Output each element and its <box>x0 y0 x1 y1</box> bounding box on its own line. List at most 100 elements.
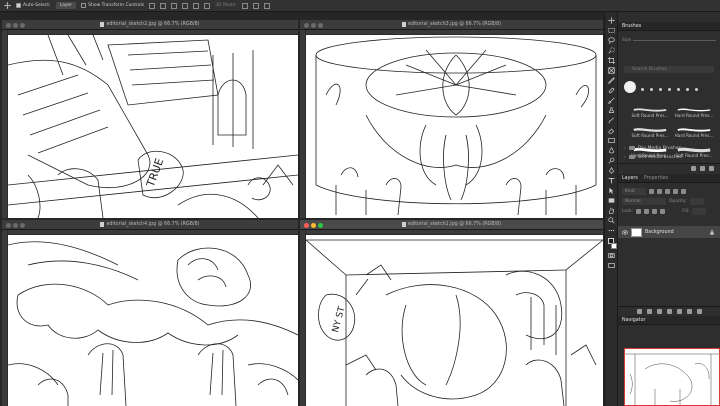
brush-preset[interactable]: Hard Round Pres... <box>672 100 716 118</box>
distribute-icon[interactable] <box>204 2 211 9</box>
zoom-button[interactable] <box>20 222 25 228</box>
brush-folder-dry-media[interactable]: › Dry Media Brushes <box>624 144 714 152</box>
3d-rotate-icon[interactable] <box>241 2 248 9</box>
link-layers-icon[interactable] <box>636 309 642 314</box>
filter-smart-object-icon[interactable] <box>681 189 686 194</box>
filter-pixel-icon[interactable] <box>649 189 654 194</box>
lock-pixels-icon[interactable] <box>636 209 642 214</box>
move-tool-icon[interactable] <box>4 2 11 9</box>
show-transform-option[interactable]: Show Transform Controls <box>81 3 144 8</box>
more-tools-icon[interactable] <box>607 226 615 234</box>
dodge-tool-icon[interactable] <box>607 156 615 164</box>
minimize-button[interactable] <box>13 22 18 28</box>
marquee-tool-icon[interactable] <box>607 26 615 34</box>
3d-roll-icon[interactable] <box>252 2 259 9</box>
chevron-right-icon[interactable]: › <box>624 146 626 151</box>
blur-tool-icon[interactable] <box>607 146 615 154</box>
chevron-right-icon[interactable]: › <box>624 155 626 160</box>
lock-all-icon[interactable] <box>660 209 666 214</box>
close-button[interactable] <box>304 222 309 228</box>
new-brush-icon[interactable] <box>700 166 705 171</box>
auto-select-target-dropdown[interactable]: Layer <box>55 2 77 9</box>
frame-tool-icon[interactable] <box>607 66 615 74</box>
auto-select-checkbox[interactable] <box>16 3 21 8</box>
recent-brush[interactable] <box>666 83 672 91</box>
minimize-button[interactable] <box>311 222 316 228</box>
tab-layers[interactable]: Layers <box>622 176 638 181</box>
type-tool-icon[interactable] <box>607 176 615 184</box>
layer-style-icon[interactable] <box>646 309 652 314</box>
navigator-preview[interactable] <box>624 348 720 406</box>
align-left-icon[interactable] <box>149 2 156 9</box>
trash-icon[interactable] <box>709 166 714 171</box>
new-group-icon[interactable] <box>676 309 682 314</box>
path-select-tool-icon[interactable] <box>607 186 615 194</box>
show-transform-checkbox[interactable] <box>81 3 87 8</box>
minimize-button[interactable] <box>311 22 316 28</box>
quick-mask-icon[interactable] <box>607 251 615 259</box>
document-titlebar[interactable]: editorial_sketch3.jpg @ 66.7% (RGB/8) <box>300 20 603 30</box>
minimize-button[interactable] <box>13 222 18 228</box>
document-titlebar[interactable]: editorial_sketch4.jpg @ 66.7% (RGB/8) <box>2 220 298 230</box>
adjustment-layer-icon[interactable] <box>666 309 672 314</box>
background-color-swatch[interactable] <box>610 243 617 249</box>
document-window-sketch2[interactable]: editorial_sketch2.jpg @ 66.7% (RGB/8) TR… <box>2 20 298 218</box>
recent-brush[interactable] <box>684 83 690 91</box>
recent-brush[interactable] <box>657 83 663 91</box>
rectangle-tool-icon[interactable] <box>607 196 615 204</box>
layer-kind-filter[interactable]: Kind <box>622 188 646 195</box>
brush-preset[interactable]: Hard Round Pres... <box>672 120 716 138</box>
recent-brush[interactable] <box>639 83 645 91</box>
align-top-icon[interactable] <box>182 2 189 9</box>
clone-stamp-tool-icon[interactable] <box>607 106 615 114</box>
new-layer-icon[interactable] <box>686 309 692 314</box>
tab-properties[interactable]: Properties <box>644 176 668 181</box>
fill-field[interactable] <box>692 208 707 215</box>
hand-tool-icon[interactable] <box>607 206 615 214</box>
tab-navigator[interactable]: Navigator <box>622 318 645 323</box>
document-titlebar[interactable]: editorial_sketch1.jpg @ 66.7% (RGB/8) <box>300 220 603 230</box>
recent-brush[interactable] <box>648 83 654 91</box>
screen-mode-icon[interactable] <box>607 261 615 269</box>
filter-type-icon[interactable] <box>665 189 670 194</box>
close-button[interactable] <box>6 222 11 228</box>
eye-icon[interactable] <box>622 229 628 235</box>
eyedropper-tool-icon[interactable] <box>607 76 615 84</box>
pen-tool-icon[interactable] <box>607 166 615 174</box>
brush-preset[interactable]: Soft Round Pres... <box>628 100 672 118</box>
zoom-button[interactable] <box>318 22 323 28</box>
current-brush-preview[interactable] <box>624 81 636 93</box>
zoom-tool-icon[interactable] <box>607 216 615 224</box>
3d-pan-icon[interactable] <box>263 2 270 9</box>
trash-icon[interactable] <box>696 309 702 314</box>
healing-brush-tool-icon[interactable] <box>607 86 615 94</box>
crop-tool-icon[interactable] <box>607 56 615 64</box>
brush-size-slider[interactable]: Size <box>622 36 716 44</box>
history-brush-tool-icon[interactable] <box>607 116 615 124</box>
lasso-tool-icon[interactable] <box>607 36 615 44</box>
brush-tool-icon[interactable] <box>607 96 615 104</box>
layer-row-background[interactable]: Background <box>618 226 720 238</box>
recent-brush[interactable] <box>675 83 681 91</box>
brush-folder-wet-media[interactable]: › Wet Media Brushes <box>624 153 714 161</box>
close-button[interactable] <box>6 22 11 28</box>
filter-adjustment-icon[interactable] <box>657 189 662 194</box>
document-window-sketch4[interactable]: editorial_sketch4.jpg @ 66.7% (RGB/8) <box>2 220 298 406</box>
blend-mode-dropdown[interactable]: Normal <box>622 198 666 205</box>
quick-select-tool-icon[interactable] <box>607 46 615 54</box>
document-titlebar[interactable]: editorial_sketch2.jpg @ 66.7% (RGB/8) <box>2 20 298 30</box>
zoom-button[interactable] <box>20 22 25 28</box>
tab-brushes[interactable]: Brushes <box>622 24 641 29</box>
align-right-icon[interactable] <box>171 2 178 9</box>
zoom-button[interactable] <box>318 222 323 228</box>
opacity-field[interactable] <box>689 198 704 205</box>
document-window-sketch3[interactable]: editorial_sketch3.jpg @ 66.7% (RGB/8) <box>300 20 603 218</box>
new-group-icon[interactable] <box>691 166 696 171</box>
auto-select-option[interactable]: Auto-Select: <box>16 3 51 8</box>
align-middle-icon[interactable] <box>193 2 200 9</box>
close-button[interactable] <box>304 22 309 28</box>
align-center-icon[interactable] <box>160 2 167 9</box>
filter-shape-icon[interactable] <box>673 189 678 194</box>
brush-preset[interactable]: Soft Round Pres... <box>628 120 672 138</box>
brush-search-input[interactable]: Search Brushes <box>624 66 714 73</box>
